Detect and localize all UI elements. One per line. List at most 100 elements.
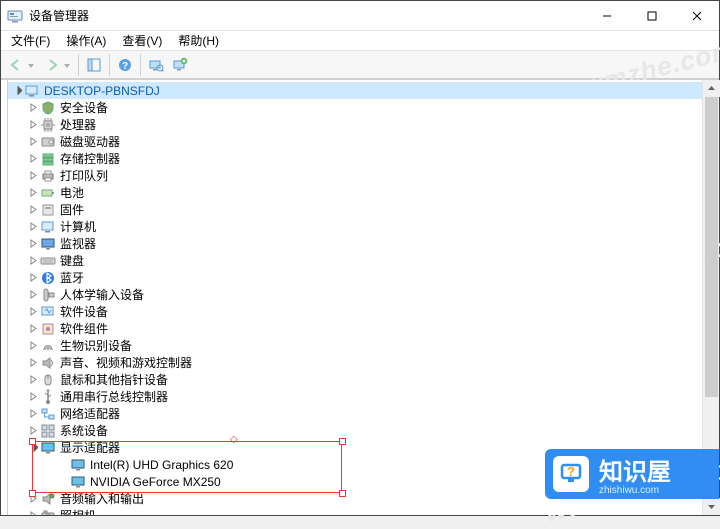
expand-icon[interactable] [26, 120, 40, 129]
expand-icon[interactable] [26, 375, 40, 384]
tree-category-disk[interactable]: 磁盘驱动器 [8, 133, 702, 150]
tree-node-label: 显示适配器 [60, 439, 120, 456]
tree-node-label: 打印队列 [60, 167, 108, 184]
tree-category-usb[interactable]: 通用串行总线控制器 [8, 388, 702, 405]
tree-node-label: Intel(R) UHD Graphics 620 [90, 458, 233, 472]
expand-icon[interactable] [26, 188, 40, 197]
highlight-handle [339, 438, 346, 445]
tree-category-security[interactable]: 安全设备 [8, 99, 702, 116]
component-icon [40, 321, 56, 337]
highlight-handle [29, 490, 36, 497]
highlight-handle [339, 490, 346, 497]
expand-icon[interactable] [26, 154, 40, 163]
tree-category-mouse[interactable]: 鼠标和其他指针设备 [8, 371, 702, 388]
tree-category-system[interactable]: 系统设备 [8, 422, 702, 439]
tree-category-hid[interactable]: 人体学输入设备 [8, 286, 702, 303]
tree-node-label: 鼠标和其他指针设备 [60, 371, 168, 388]
tree-category-software[interactable]: 软件设备 [8, 303, 702, 320]
camera-icon [40, 508, 56, 516]
expand-icon[interactable] [26, 307, 40, 316]
back-button[interactable] [4, 54, 38, 76]
tree-node-label: 通用串行总线控制器 [60, 388, 168, 405]
expand-icon[interactable] [26, 137, 40, 146]
logo-title: 知识屋 [599, 452, 671, 487]
expand-icon[interactable] [26, 256, 40, 265]
tree-category-battery[interactable]: 电池 [8, 184, 702, 201]
storage-icon [40, 151, 56, 167]
monitor-icon [40, 236, 56, 252]
collapse-icon[interactable] [10, 86, 24, 95]
expand-icon[interactable] [26, 103, 40, 112]
tree-node-label: 存储控制器 [60, 150, 120, 167]
device-manager-window: www.wmzhe.com www.wmzhe.com www.wmzhe.co… [0, 0, 720, 516]
scroll-thumb[interactable] [705, 97, 718, 397]
toolbar: ? [1, 51, 719, 79]
forward-button[interactable] [40, 54, 74, 76]
tree-node-label: 电池 [60, 184, 84, 201]
svg-text:?: ? [567, 464, 575, 479]
scroll-track[interactable] [703, 97, 720, 498]
app-icon [7, 8, 23, 24]
scroll-up-button[interactable] [703, 80, 720, 97]
tree-category-sound[interactable]: 声音、视频和游戏控制器 [8, 354, 702, 371]
highlight-handle [29, 438, 36, 445]
expand-icon[interactable] [26, 273, 40, 282]
add-hardware-button[interactable] [169, 54, 191, 76]
expand-icon[interactable] [26, 222, 40, 231]
biometric-icon [40, 338, 56, 354]
tree-category-camera[interactable]: 照相机 [8, 507, 702, 515]
tree-node-label: 安全设备 [60, 99, 108, 116]
tree-category-storage[interactable]: 存储控制器 [8, 150, 702, 167]
expand-icon[interactable] [26, 341, 40, 350]
tree-node-label: 监视器 [60, 235, 96, 252]
tree-category-firmware[interactable]: 固件 [8, 201, 702, 218]
tree-category-monitor[interactable]: 监视器 [8, 235, 702, 252]
bluetooth-icon [40, 270, 56, 286]
tree-category-keyboard[interactable]: 键盘 [8, 252, 702, 269]
tree-node-label: 音频输入和输出 [60, 490, 144, 507]
tree-category-component[interactable]: 软件组件 [8, 320, 702, 337]
titlebar: 设备管理器 [1, 1, 719, 31]
menu-action[interactable]: 操作(A) [58, 31, 114, 50]
expand-icon[interactable] [26, 205, 40, 214]
expand-icon[interactable] [26, 409, 40, 418]
maximize-button[interactable] [629, 1, 674, 31]
menu-file[interactable]: 文件(F) [3, 31, 58, 50]
show-console-tree-button[interactable] [83, 54, 105, 76]
printer-icon [40, 168, 56, 184]
tree-category-network[interactable]: 网络适配器 [8, 405, 702, 422]
expand-icon[interactable] [26, 324, 40, 333]
menubar: 文件(F) 操作(A) 查看(V) 帮助(H) [1, 31, 719, 51]
expand-icon[interactable] [26, 392, 40, 401]
menu-help[interactable]: 帮助(H) [170, 31, 227, 50]
expand-icon[interactable] [26, 290, 40, 299]
scan-hardware-button[interactable] [145, 54, 167, 76]
tree-node-label: 键盘 [60, 252, 84, 269]
mouse-icon [40, 372, 56, 388]
tree-node-label: NVIDIA GeForce MX250 [90, 475, 221, 489]
tree-root[interactable]: DESKTOP-PBNSFDJ [8, 82, 702, 99]
tree-category-computer[interactable]: 计算机 [8, 218, 702, 235]
tree-node-label: 网络适配器 [60, 405, 120, 422]
expand-icon[interactable] [26, 171, 40, 180]
network-icon [40, 406, 56, 422]
close-button[interactable] [674, 1, 719, 31]
display-icon [40, 440, 56, 456]
keyboard-icon [40, 253, 56, 269]
tree-category-printer[interactable]: 打印队列 [8, 167, 702, 184]
tree-category-cpu[interactable]: 处理器 [8, 116, 702, 133]
expand-icon[interactable] [26, 239, 40, 248]
tree-node-label: 计算机 [60, 218, 96, 235]
disk-icon [40, 134, 56, 150]
window-title: 设备管理器 [29, 7, 89, 24]
tree-category-biometric[interactable]: 生物识别设备 [8, 337, 702, 354]
expand-icon[interactable] [26, 358, 40, 367]
help-button[interactable]: ? [114, 54, 136, 76]
tree-category-bluetooth[interactable]: 蓝牙 [8, 269, 702, 286]
expand-icon[interactable] [26, 426, 40, 435]
menu-view[interactable]: 查看(V) [114, 31, 170, 50]
zhishiwu-logo: ? 知识屋 zhishiwu.com [545, 449, 719, 499]
minimize-button[interactable] [584, 1, 629, 31]
scroll-down-button[interactable] [703, 498, 720, 515]
expand-icon[interactable] [26, 511, 40, 515]
